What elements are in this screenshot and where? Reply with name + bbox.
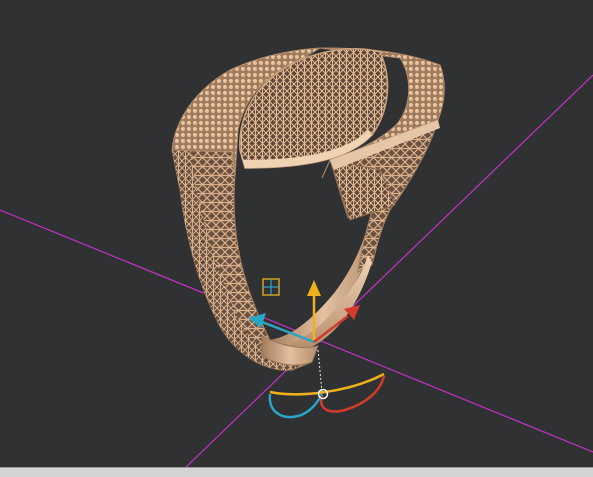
3d-viewport[interactable] (0, 0, 593, 477)
move-up-arrow-icon[interactable] (307, 280, 321, 296)
ring-model[interactable] (171, 47, 445, 371)
pivot-drop-line (317, 349, 323, 393)
status-bar (0, 467, 593, 477)
plane-handle-icon[interactable] (262, 278, 280, 296)
